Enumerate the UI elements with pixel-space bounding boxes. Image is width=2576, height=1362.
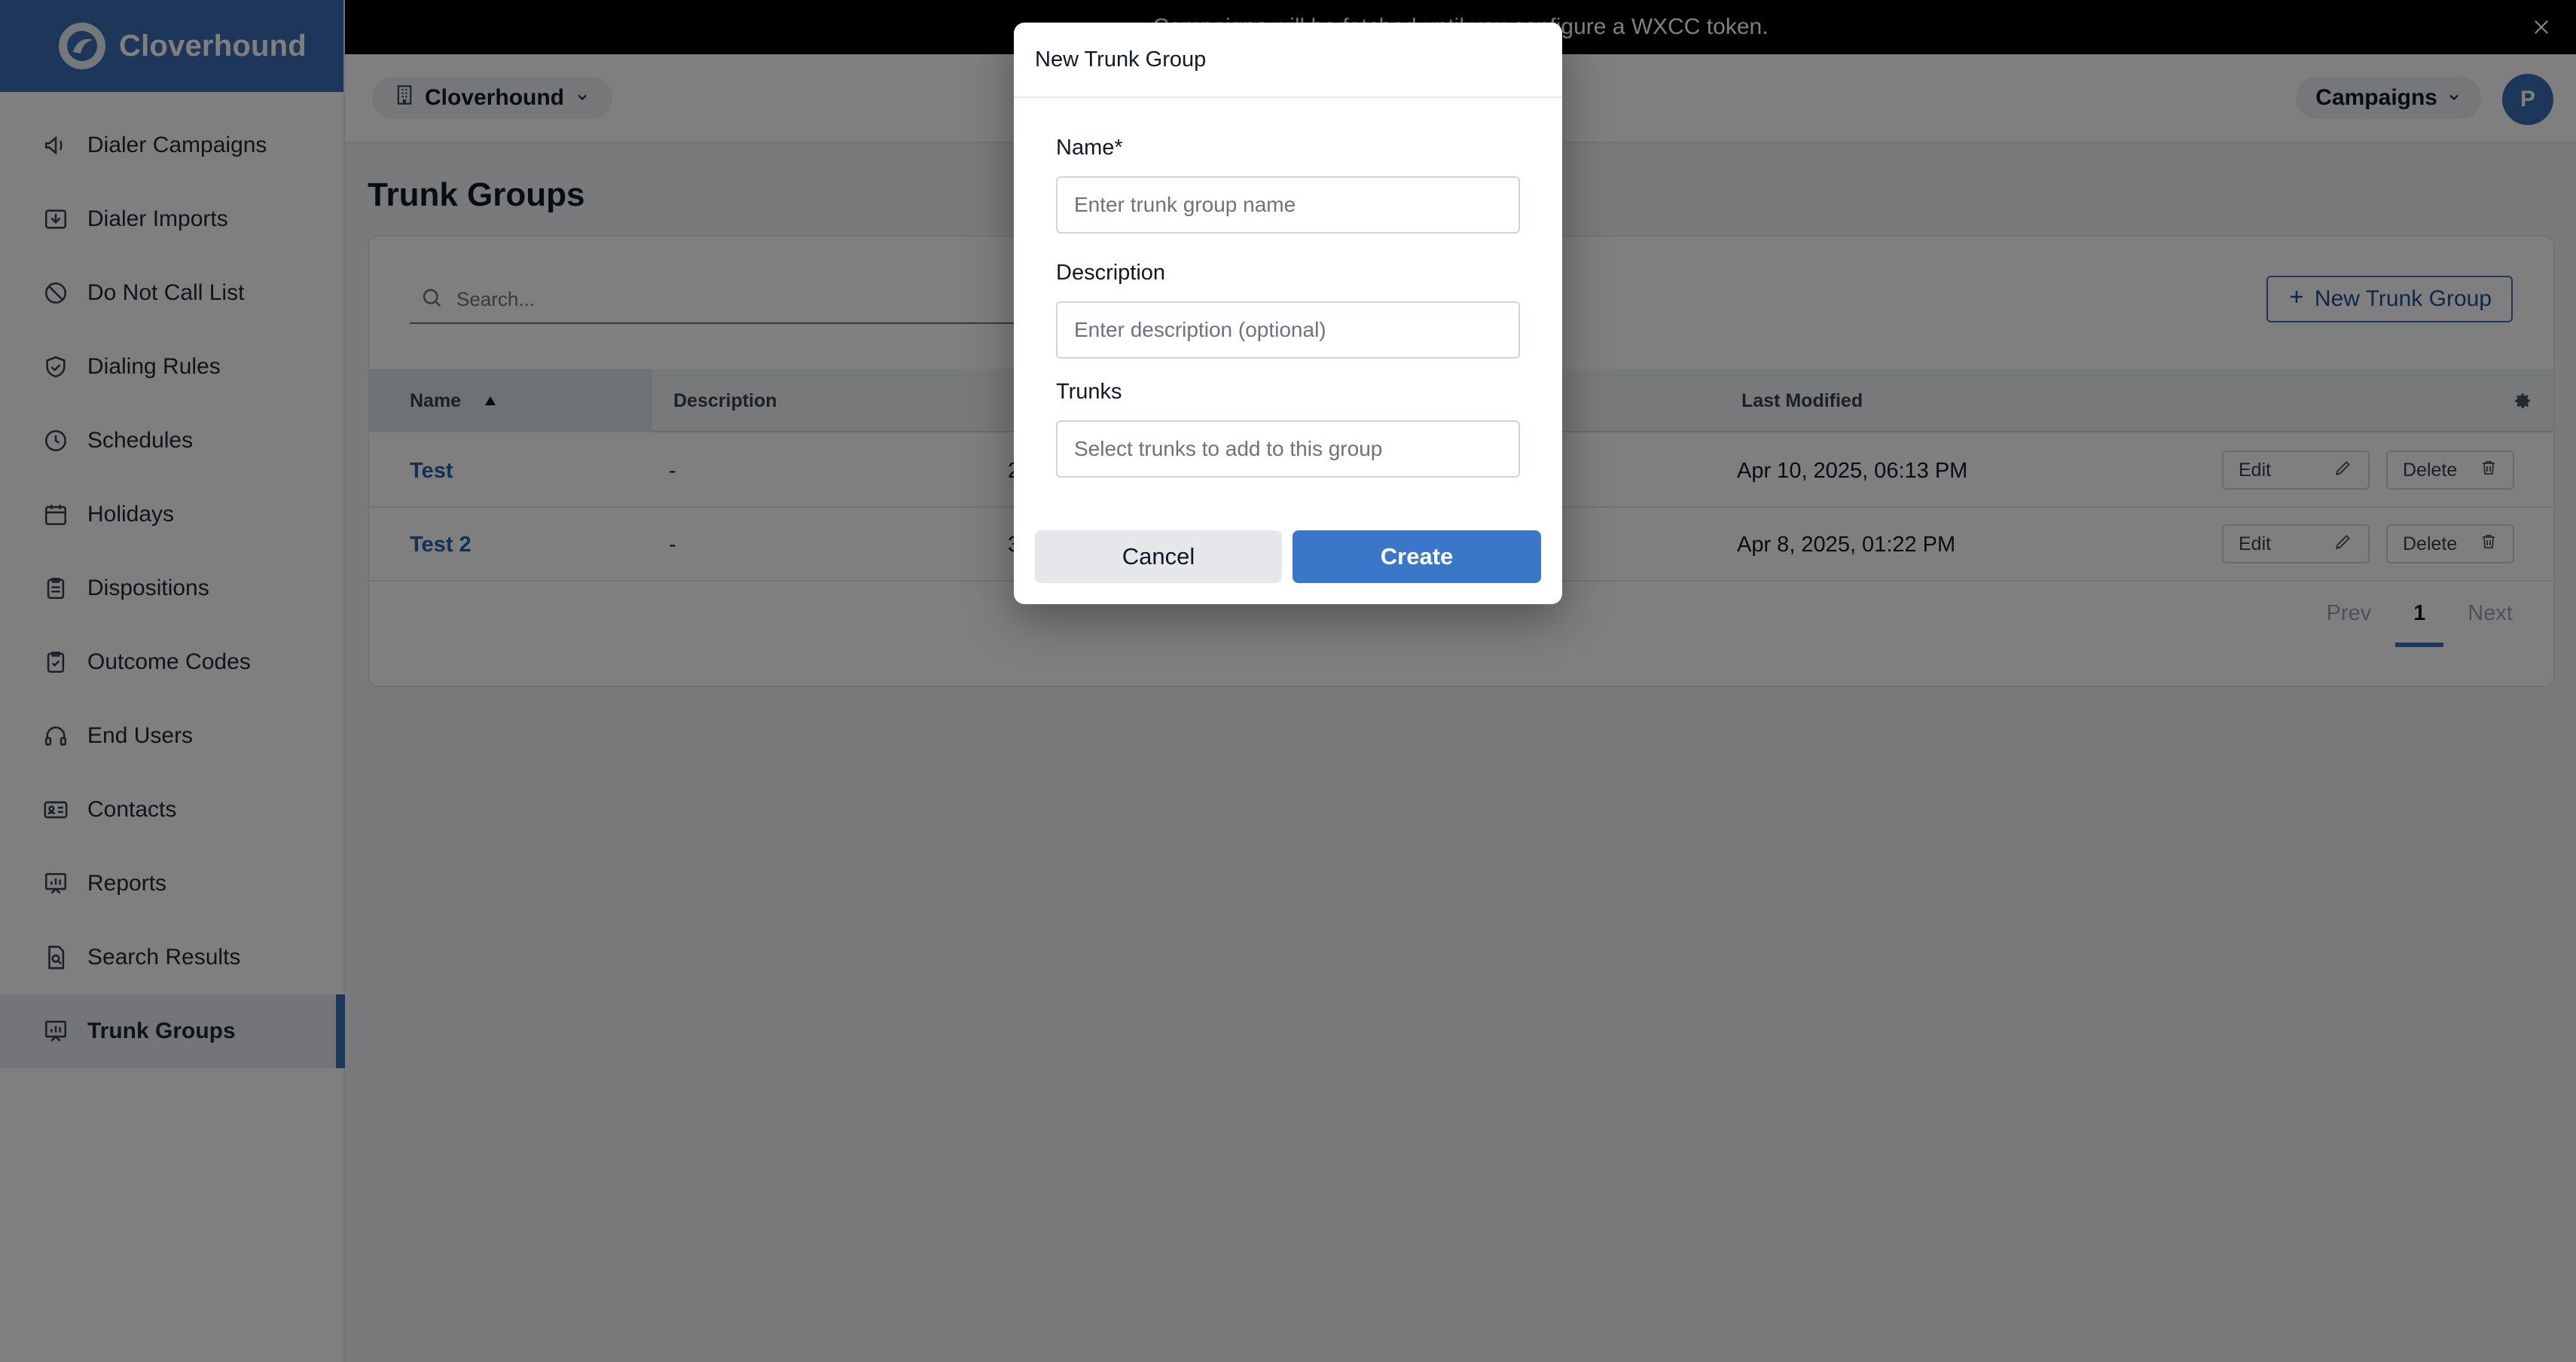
app-root: Cloverhound Dialer Campaigns Dialer Impo…	[0, 0, 2576, 1362]
modal-title: New Trunk Group	[1014, 23, 1562, 98]
description-label: Description	[1056, 261, 1166, 285]
trunk-group-name-input[interactable]	[1056, 176, 1520, 234]
trunks-label: Trunks	[1056, 380, 1122, 404]
create-button[interactable]: Create	[1293, 530, 1541, 583]
trunks-select[interactable]	[1056, 420, 1520, 478]
trunk-group-description-input[interactable]	[1056, 301, 1520, 359]
cancel-button[interactable]: Cancel	[1035, 530, 1282, 583]
name-label: Name*	[1056, 136, 1123, 160]
new-trunk-group-modal: New Trunk Group Name* Description Trunks…	[1014, 23, 1562, 604]
